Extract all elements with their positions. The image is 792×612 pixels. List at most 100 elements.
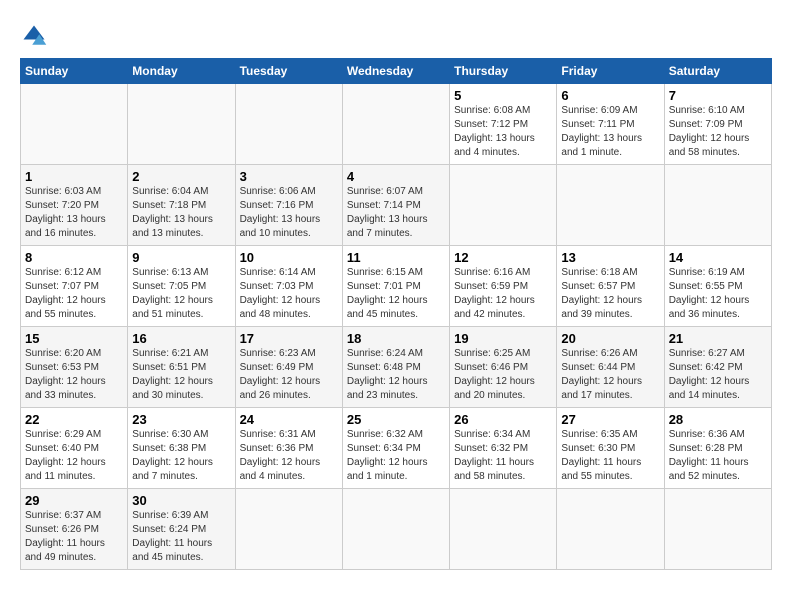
calendar-cell: 21Sunrise: 6:27 AMSunset: 6:42 PMDayligh… xyxy=(664,327,771,408)
calendar-cell: 24Sunrise: 6:31 AMSunset: 6:36 PMDayligh… xyxy=(235,408,342,489)
calendar-cell xyxy=(128,84,235,165)
day-detail: Sunrise: 6:21 AMSunset: 6:51 PMDaylight:… xyxy=(132,347,230,403)
day-number: 13 xyxy=(561,250,659,265)
day-number: 14 xyxy=(669,250,767,265)
day-number: 7 xyxy=(669,88,767,103)
calendar-cell: 2Sunrise: 6:04 AMSunset: 7:18 PMDaylight… xyxy=(128,165,235,246)
day-detail: Sunrise: 6:25 AMSunset: 6:46 PMDaylight:… xyxy=(454,347,552,403)
day-detail: Sunrise: 6:27 AMSunset: 6:42 PMDaylight:… xyxy=(669,347,767,403)
day-number: 23 xyxy=(132,412,230,427)
day-detail: Sunrise: 6:10 AMSunset: 7:09 PMDaylight:… xyxy=(669,104,767,160)
logo-icon xyxy=(20,22,48,50)
calendar-cell xyxy=(342,489,449,570)
day-number: 6 xyxy=(561,88,659,103)
day-detail: Sunrise: 6:19 AMSunset: 6:55 PMDaylight:… xyxy=(669,266,767,322)
day-number: 27 xyxy=(561,412,659,427)
day-detail: Sunrise: 6:39 AMSunset: 6:24 PMDaylight:… xyxy=(132,509,230,565)
calendar-cell xyxy=(557,489,664,570)
day-number: 8 xyxy=(25,250,123,265)
day-detail: Sunrise: 6:04 AMSunset: 7:18 PMDaylight:… xyxy=(132,185,230,241)
day-number: 11 xyxy=(347,250,445,265)
calendar-page: SundayMondayTuesdayWednesdayThursdayFrid… xyxy=(0,0,792,612)
page-header xyxy=(20,18,772,50)
day-number: 21 xyxy=(669,331,767,346)
day-detail: Sunrise: 6:31 AMSunset: 6:36 PMDaylight:… xyxy=(240,428,338,484)
day-detail: Sunrise: 6:07 AMSunset: 7:14 PMDaylight:… xyxy=(347,185,445,241)
day-detail: Sunrise: 6:30 AMSunset: 6:38 PMDaylight:… xyxy=(132,428,230,484)
day-detail: Sunrise: 6:09 AMSunset: 7:11 PMDaylight:… xyxy=(561,104,659,160)
calendar-cell xyxy=(450,489,557,570)
day-number: 24 xyxy=(240,412,338,427)
day-detail: Sunrise: 6:06 AMSunset: 7:16 PMDaylight:… xyxy=(240,185,338,241)
calendar-cell: 6Sunrise: 6:09 AMSunset: 7:11 PMDaylight… xyxy=(557,84,664,165)
day-detail: Sunrise: 6:29 AMSunset: 6:40 PMDaylight:… xyxy=(25,428,123,484)
day-detail: Sunrise: 6:35 AMSunset: 6:30 PMDaylight:… xyxy=(561,428,659,484)
col-header-wednesday: Wednesday xyxy=(342,59,449,84)
col-header-saturday: Saturday xyxy=(664,59,771,84)
header-row: SundayMondayTuesdayWednesdayThursdayFrid… xyxy=(21,59,772,84)
day-number: 16 xyxy=(132,331,230,346)
calendar-cell: 10Sunrise: 6:14 AMSunset: 7:03 PMDayligh… xyxy=(235,246,342,327)
day-number: 10 xyxy=(240,250,338,265)
day-number: 12 xyxy=(454,250,552,265)
col-header-thursday: Thursday xyxy=(450,59,557,84)
week-row-4: 22Sunrise: 6:29 AMSunset: 6:40 PMDayligh… xyxy=(21,408,772,489)
calendar-cell: 26Sunrise: 6:34 AMSunset: 6:32 PMDayligh… xyxy=(450,408,557,489)
day-detail: Sunrise: 6:26 AMSunset: 6:44 PMDaylight:… xyxy=(561,347,659,403)
calendar-cell: 20Sunrise: 6:26 AMSunset: 6:44 PMDayligh… xyxy=(557,327,664,408)
week-row-3: 15Sunrise: 6:20 AMSunset: 6:53 PMDayligh… xyxy=(21,327,772,408)
day-detail: Sunrise: 6:20 AMSunset: 6:53 PMDaylight:… xyxy=(25,347,123,403)
calendar-cell: 14Sunrise: 6:19 AMSunset: 6:55 PMDayligh… xyxy=(664,246,771,327)
calendar-cell xyxy=(450,165,557,246)
logo xyxy=(20,22,52,50)
col-header-monday: Monday xyxy=(128,59,235,84)
calendar-cell: 17Sunrise: 6:23 AMSunset: 6:49 PMDayligh… xyxy=(235,327,342,408)
day-number: 29 xyxy=(25,493,123,508)
calendar-cell: 11Sunrise: 6:15 AMSunset: 7:01 PMDayligh… xyxy=(342,246,449,327)
calendar-cell xyxy=(557,165,664,246)
calendar-cell: 23Sunrise: 6:30 AMSunset: 6:38 PMDayligh… xyxy=(128,408,235,489)
day-detail: Sunrise: 6:23 AMSunset: 6:49 PMDaylight:… xyxy=(240,347,338,403)
day-number: 3 xyxy=(240,169,338,184)
calendar-cell: 29Sunrise: 6:37 AMSunset: 6:26 PMDayligh… xyxy=(21,489,128,570)
week-row-5: 29Sunrise: 6:37 AMSunset: 6:26 PMDayligh… xyxy=(21,489,772,570)
calendar-cell: 22Sunrise: 6:29 AMSunset: 6:40 PMDayligh… xyxy=(21,408,128,489)
day-detail: Sunrise: 6:12 AMSunset: 7:07 PMDaylight:… xyxy=(25,266,123,322)
calendar-cell: 3Sunrise: 6:06 AMSunset: 7:16 PMDaylight… xyxy=(235,165,342,246)
day-number: 18 xyxy=(347,331,445,346)
week-row-0: 5Sunrise: 6:08 AMSunset: 7:12 PMDaylight… xyxy=(21,84,772,165)
calendar-cell: 4Sunrise: 6:07 AMSunset: 7:14 PMDaylight… xyxy=(342,165,449,246)
day-number: 30 xyxy=(132,493,230,508)
col-header-tuesday: Tuesday xyxy=(235,59,342,84)
day-detail: Sunrise: 6:14 AMSunset: 7:03 PMDaylight:… xyxy=(240,266,338,322)
day-number: 2 xyxy=(132,169,230,184)
col-header-friday: Friday xyxy=(557,59,664,84)
day-detail: Sunrise: 6:15 AMSunset: 7:01 PMDaylight:… xyxy=(347,266,445,322)
day-detail: Sunrise: 6:34 AMSunset: 6:32 PMDaylight:… xyxy=(454,428,552,484)
day-number: 15 xyxy=(25,331,123,346)
calendar-cell xyxy=(342,84,449,165)
calendar-cell xyxy=(235,84,342,165)
day-detail: Sunrise: 6:32 AMSunset: 6:34 PMDaylight:… xyxy=(347,428,445,484)
day-detail: Sunrise: 6:18 AMSunset: 6:57 PMDaylight:… xyxy=(561,266,659,322)
day-detail: Sunrise: 6:08 AMSunset: 7:12 PMDaylight:… xyxy=(454,104,552,160)
day-number: 19 xyxy=(454,331,552,346)
week-row-1: 1Sunrise: 6:03 AMSunset: 7:20 PMDaylight… xyxy=(21,165,772,246)
calendar-cell xyxy=(664,489,771,570)
calendar-cell: 1Sunrise: 6:03 AMSunset: 7:20 PMDaylight… xyxy=(21,165,128,246)
day-number: 5 xyxy=(454,88,552,103)
calendar-table: SundayMondayTuesdayWednesdayThursdayFrid… xyxy=(20,58,772,570)
calendar-cell: 12Sunrise: 6:16 AMSunset: 6:59 PMDayligh… xyxy=(450,246,557,327)
day-detail: Sunrise: 6:03 AMSunset: 7:20 PMDaylight:… xyxy=(25,185,123,241)
calendar-cell xyxy=(21,84,128,165)
day-number: 26 xyxy=(454,412,552,427)
day-detail: Sunrise: 6:36 AMSunset: 6:28 PMDaylight:… xyxy=(669,428,767,484)
calendar-cell: 27Sunrise: 6:35 AMSunset: 6:30 PMDayligh… xyxy=(557,408,664,489)
day-number: 4 xyxy=(347,169,445,184)
day-detail: Sunrise: 6:13 AMSunset: 7:05 PMDaylight:… xyxy=(132,266,230,322)
calendar-cell: 15Sunrise: 6:20 AMSunset: 6:53 PMDayligh… xyxy=(21,327,128,408)
calendar-cell: 8Sunrise: 6:12 AMSunset: 7:07 PMDaylight… xyxy=(21,246,128,327)
day-detail: Sunrise: 6:16 AMSunset: 6:59 PMDaylight:… xyxy=(454,266,552,322)
calendar-cell: 19Sunrise: 6:25 AMSunset: 6:46 PMDayligh… xyxy=(450,327,557,408)
col-header-sunday: Sunday xyxy=(21,59,128,84)
